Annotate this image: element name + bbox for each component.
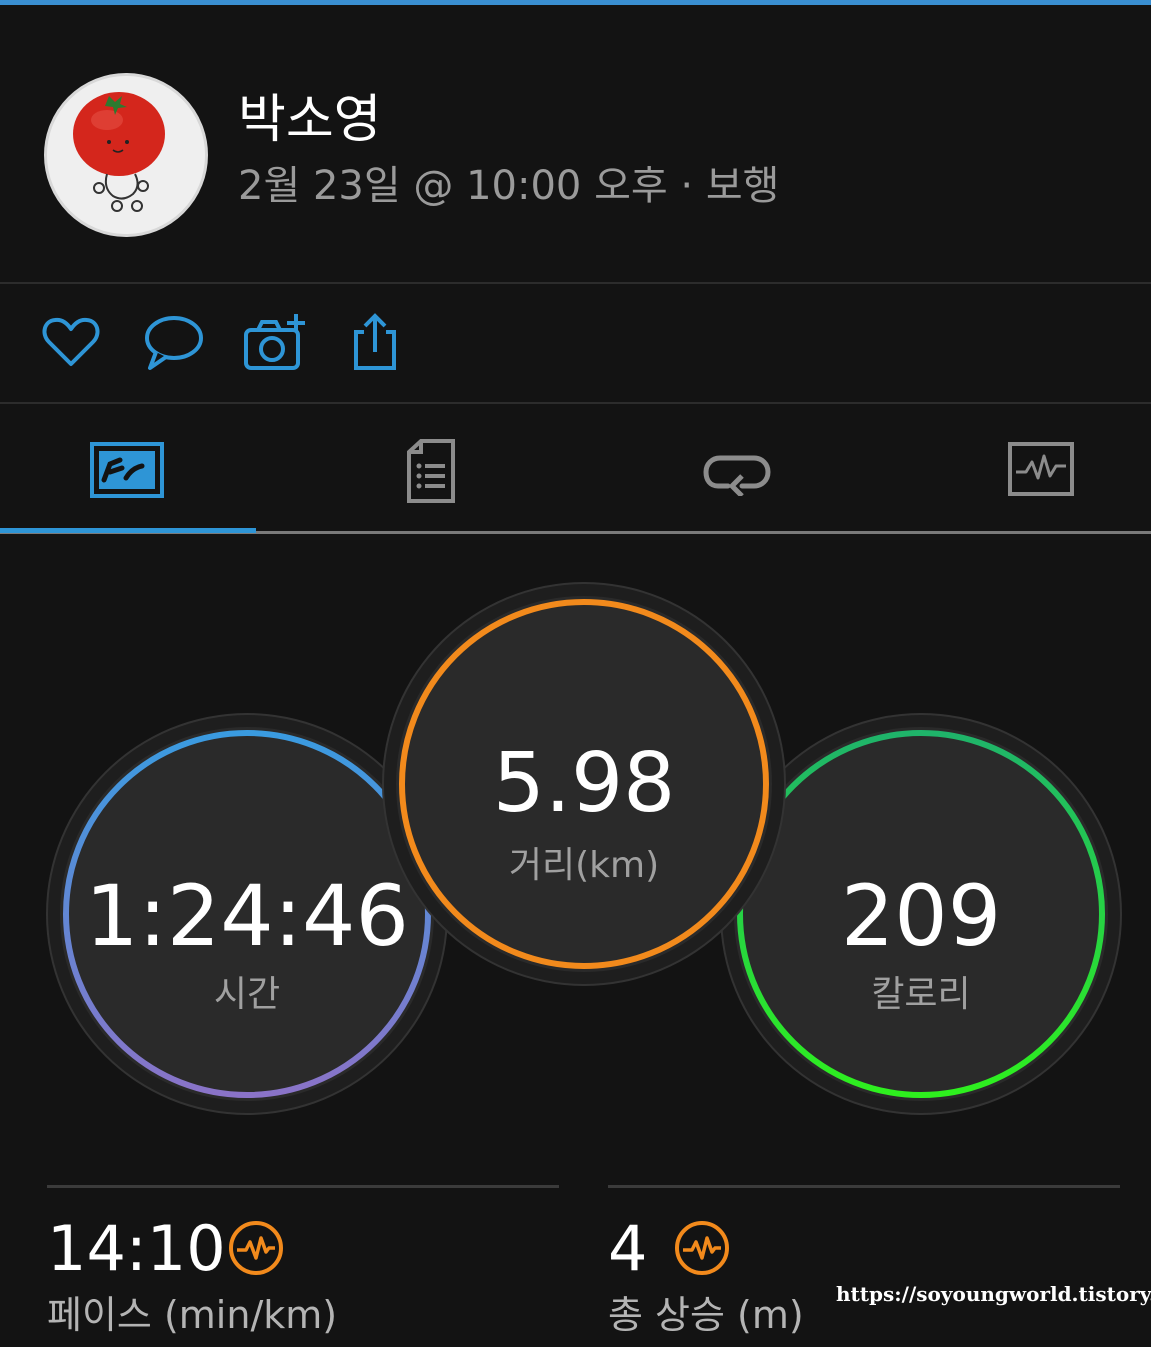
calories-label: 칼로리 xyxy=(871,974,971,1015)
calories-value: 209 xyxy=(840,867,1002,965)
distance-label: 거리(km) xyxy=(508,845,660,886)
tab-charts[interactable] xyxy=(912,404,1151,532)
heart-rate-icon[interactable] xyxy=(228,1220,284,1276)
comment-icon xyxy=(145,316,203,370)
pace-label: 페이스 (min/km) xyxy=(47,1293,338,1337)
stat-time-circle[interactable]: 1:24:46 시간 xyxy=(60,727,434,1101)
share-icon xyxy=(354,313,396,370)
pace-value: 14:10 xyxy=(47,1212,226,1285)
activity-header: 박소영 2월 23일 @ 10:00 오후 · 보행 xyxy=(0,5,1151,282)
stat-distance-circle[interactable]: 5.98 거리(km) xyxy=(396,596,772,972)
add-photo-button[interactable] xyxy=(242,312,308,374)
activity-meta: 2월 23일 @ 10:00 오후 · 보행 xyxy=(238,163,780,209)
time-label: 시간 xyxy=(213,974,281,1015)
tomato-avatar-icon xyxy=(47,76,205,234)
ascent-label: 총 상승 (m) xyxy=(608,1293,804,1337)
tab-overview[interactable] xyxy=(0,404,256,532)
like-button[interactable] xyxy=(40,312,102,374)
laps-icon xyxy=(703,455,771,496)
tab-laps[interactable] xyxy=(608,404,864,532)
heart-rate-icon[interactable] xyxy=(674,1220,730,1276)
map-stats-icon xyxy=(90,442,164,498)
tab-bar xyxy=(0,404,1151,532)
tab-details[interactable] xyxy=(304,404,560,532)
divider xyxy=(608,1185,1120,1188)
ascent-value: 4 xyxy=(608,1212,648,1285)
details-list-icon xyxy=(407,439,455,503)
chart-icon xyxy=(1008,442,1074,496)
stat-calories-circle[interactable]: 209 칼로리 xyxy=(734,727,1108,1101)
time-value: 1:24:46 xyxy=(85,867,409,965)
avatar[interactable] xyxy=(44,73,208,237)
share-button[interactable] xyxy=(350,312,412,374)
user-name[interactable]: 박소영 xyxy=(238,77,382,152)
heart-icon xyxy=(42,317,100,366)
tab-active-indicator xyxy=(0,528,256,533)
distance-value: 5.98 xyxy=(492,736,676,831)
add-photo-icon xyxy=(244,314,305,370)
comment-button[interactable] xyxy=(142,312,206,374)
watermark: https://soyoungworld.tistory.com xyxy=(836,1282,1151,1306)
action-bar xyxy=(0,284,1151,402)
divider xyxy=(47,1185,559,1188)
